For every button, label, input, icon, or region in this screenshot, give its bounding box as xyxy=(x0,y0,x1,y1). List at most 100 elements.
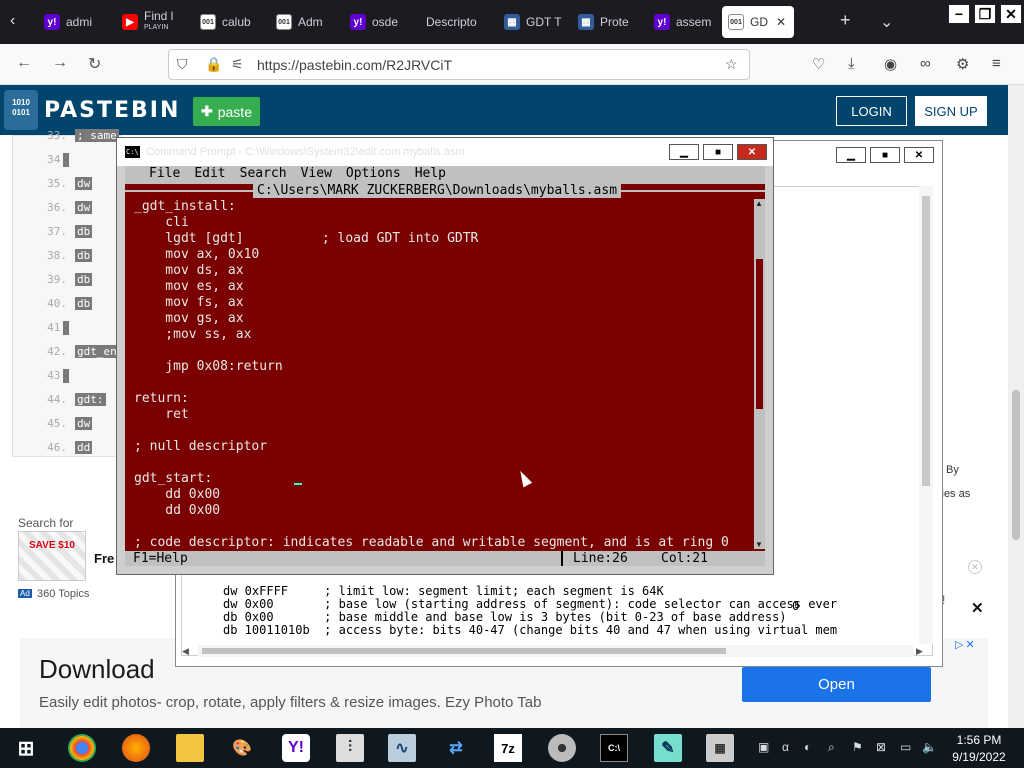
page-scrollbar-thumb[interactable] xyxy=(1012,390,1020,540)
scrollbar-thumb[interactable] xyxy=(202,648,726,654)
minimize-button[interactable]: ▁ xyxy=(669,144,699,160)
close-button[interactable]: ✕ xyxy=(904,147,934,163)
tray-search-icon[interactable]: ⌕ xyxy=(828,740,835,755)
close-window-button[interactable]: ✕ xyxy=(1000,4,1022,24)
scrollbar-thumb[interactable] xyxy=(922,196,930,486)
chrome-icon[interactable] xyxy=(68,734,96,762)
firefox-icon[interactable] xyxy=(122,734,150,762)
tab-4[interactable]: y! osde xyxy=(344,6,418,38)
ad-dismiss-icon[interactable]: ✕ xyxy=(965,638,974,654)
dvd-icon[interactable] xyxy=(548,734,576,762)
extension-icon[interactable]: ∞ xyxy=(920,55,931,72)
lock-icon[interactable]: 🔒 xyxy=(205,56,222,73)
editor-vertical-scrollbar[interactable]: ▲ ▼ xyxy=(754,199,765,549)
new-paste-button[interactable]: ✚ paste xyxy=(193,97,260,126)
login-button[interactable]: LOGIN xyxy=(836,96,907,126)
permissions-icon[interactable]: ⚟ xyxy=(231,56,244,73)
downloads-icon[interactable]: ⤓ xyxy=(848,55,855,72)
edit-client-area[interactable]: File Edit Search View Options Help C:\Us… xyxy=(125,166,765,566)
tray-monitor-icon[interactable]: ▣ xyxy=(758,740,769,754)
url-text[interactable]: https://pastebin.com/R2JRVCiT xyxy=(257,57,452,73)
window-title-bar[interactable]: C:\ Command Prompt - C:\Windows\System32… xyxy=(117,138,773,166)
console-horizontal-scrollbar[interactable] xyxy=(198,645,914,657)
scrollbar-thumb[interactable] xyxy=(756,259,763,409)
menu-search[interactable]: Search xyxy=(240,166,287,184)
tray-flag-icon[interactable]: ⚑ xyxy=(852,740,863,754)
cmd-icon[interactable]: C:\ xyxy=(125,146,140,158)
pastebin-logo-icon[interactable]: 1010 0101 xyxy=(4,90,38,130)
account-icon[interactable]: ◉ xyxy=(884,55,897,73)
bookmark-star-icon[interactable]: ☆ xyxy=(725,56,738,73)
open-button[interactable]: Open xyxy=(742,667,931,702)
code-line: dd 0x00 xyxy=(134,503,221,518)
tray-update-icon[interactable]: ◐ xyxy=(804,740,811,754)
tab-7[interactable]: ▦ Prote xyxy=(572,6,644,38)
maximize-button[interactable]: ■ xyxy=(870,147,900,163)
pastebin-logo-text[interactable]: PASTEBIN xyxy=(44,98,180,123)
ad-thumbnail[interactable]: SAVE $10 xyxy=(18,531,86,581)
tray-network-off-icon[interactable]: ⊠ xyxy=(876,740,886,754)
tab-0[interactable]: y! admi xyxy=(38,6,110,38)
yahoo-messenger-icon[interactable]: Y! xyxy=(282,734,310,762)
tray-volume-icon[interactable]: 🔈 xyxy=(922,740,937,754)
ad-title[interactable]: Fre xyxy=(94,551,114,566)
tab-3[interactable]: 001 Adm xyxy=(270,6,342,38)
signup-button[interactable]: SIGN UP xyxy=(915,96,987,126)
paint-icon[interactable]: 🎨 xyxy=(228,734,256,762)
cmd-taskbar-icon[interactable]: C:\ xyxy=(600,734,628,762)
tab-close-icon[interactable]: ✕ xyxy=(776,15,786,29)
scroll-left-icon[interactable]: ◀ xyxy=(182,646,189,657)
edit-command-prompt-window[interactable]: C:\ Command Prompt - C:\Windows\System32… xyxy=(116,137,774,575)
clock-time[interactable]: 1:56 PM xyxy=(949,733,1009,747)
close-button[interactable]: ✕ xyxy=(737,144,767,160)
tab-9-active[interactable]: 001 GD ✕ xyxy=(722,6,794,38)
restore-window-button[interactable]: ❐ xyxy=(974,4,996,24)
tab-list-icon[interactable]: ⌄ xyxy=(880,12,893,32)
tab-5[interactable]: Descripto xyxy=(420,6,494,38)
editor-text-area[interactable]: _gdt_install: cli lgdt [gdt] ; load GDT … xyxy=(125,199,753,550)
scroll-down-icon[interactable]: ▼ xyxy=(755,540,763,549)
yahoo-icon: y! xyxy=(350,14,366,30)
puzzle-icon[interactable]: ⚙ xyxy=(956,55,969,73)
address-bar[interactable]: ⛉ 🔒 ⚟ https://pastebin.com/R2JRVCiT ☆ xyxy=(168,49,750,80)
forward-icon[interactable]: → xyxy=(52,54,68,72)
back-icon[interactable]: ← xyxy=(16,54,32,72)
scroll-up-icon[interactable]: ▲ xyxy=(755,199,763,208)
clock-date[interactable]: 9/19/2022 xyxy=(949,750,1009,764)
menu-file[interactable]: File xyxy=(149,166,180,184)
ad-close-circle-icon[interactable]: ✕ xyxy=(968,560,982,574)
menu-options[interactable]: Options xyxy=(346,166,401,184)
tray-battery-icon[interactable]: ▭ xyxy=(900,740,911,754)
menu-edit[interactable]: Edit xyxy=(194,166,225,184)
notepad-icon[interactable]: ✎ xyxy=(654,734,682,762)
pocket-icon[interactable]: ♡ xyxy=(812,55,825,73)
minimize-button[interactable]: ▁ xyxy=(836,147,866,163)
ad-choices[interactable]: ▷ ✕ xyxy=(955,638,989,654)
scroll-right-icon[interactable]: ▶ xyxy=(916,646,923,657)
network-icon[interactable]: ⇄ xyxy=(442,734,470,762)
windows-start-icon[interactable]: ⊞ xyxy=(12,734,40,762)
minimize-window-button[interactable]: − xyxy=(948,4,970,24)
menu-view[interactable]: View xyxy=(301,166,332,184)
new-tab-icon[interactable]: + xyxy=(840,10,851,31)
calculator-icon[interactable]: ▦ xyxy=(706,734,734,762)
mixer-icon[interactable]: ⫶ xyxy=(336,734,364,762)
performance-monitor-icon[interactable]: ∿ xyxy=(388,734,416,762)
7zip-icon[interactable]: 7z xyxy=(494,734,522,762)
tab-1[interactable]: ▶ Find l PLAYIN xyxy=(116,6,190,38)
menu-help[interactable]: Help xyxy=(415,166,446,184)
page-scrollbar[interactable] xyxy=(1008,85,1024,728)
close-ad-icon[interactable]: ✕ xyxy=(971,599,984,617)
shield-icon[interactable]: ⛉ xyxy=(177,56,188,73)
tab-8[interactable]: y! assem xyxy=(648,6,720,38)
tab-6[interactable]: ▦ GDT T xyxy=(498,6,570,38)
tray-aim-icon[interactable]: α xyxy=(782,740,789,754)
tab-2[interactable]: 001 calub xyxy=(194,6,266,38)
menu-icon[interactable]: ≡ xyxy=(992,55,1001,72)
reload-icon[interactable]: ↻ xyxy=(88,54,101,74)
maximize-button[interactable]: ■ xyxy=(703,144,733,160)
console-vertical-scrollbar[interactable] xyxy=(919,186,933,644)
file-explorer-icon[interactable] xyxy=(176,734,204,762)
tab-scroll-left-icon[interactable]: ‹ xyxy=(10,12,15,30)
ad-topics[interactable]: 360 Topics xyxy=(37,588,89,600)
